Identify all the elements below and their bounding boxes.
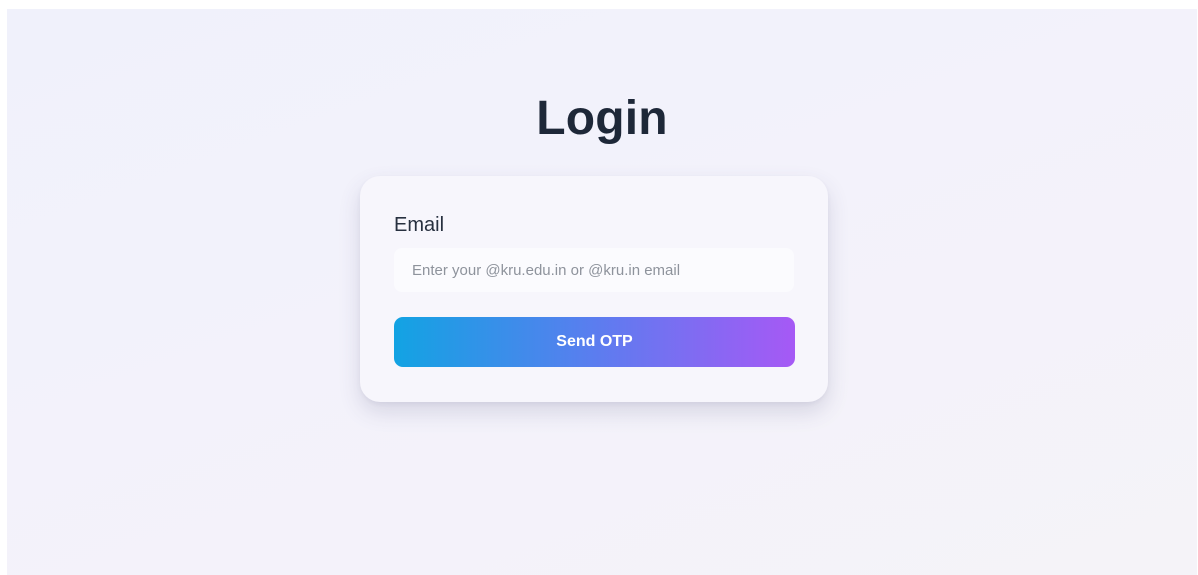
send-otp-button[interactable]: Send OTP — [394, 317, 795, 367]
page-title: Login — [536, 92, 668, 145]
email-label: Email — [394, 214, 445, 236]
login-card: Email Send OTP — [360, 176, 828, 402]
login-page: Login Email Send OTP — [7, 9, 1197, 575]
email-input[interactable] — [394, 248, 794, 292]
